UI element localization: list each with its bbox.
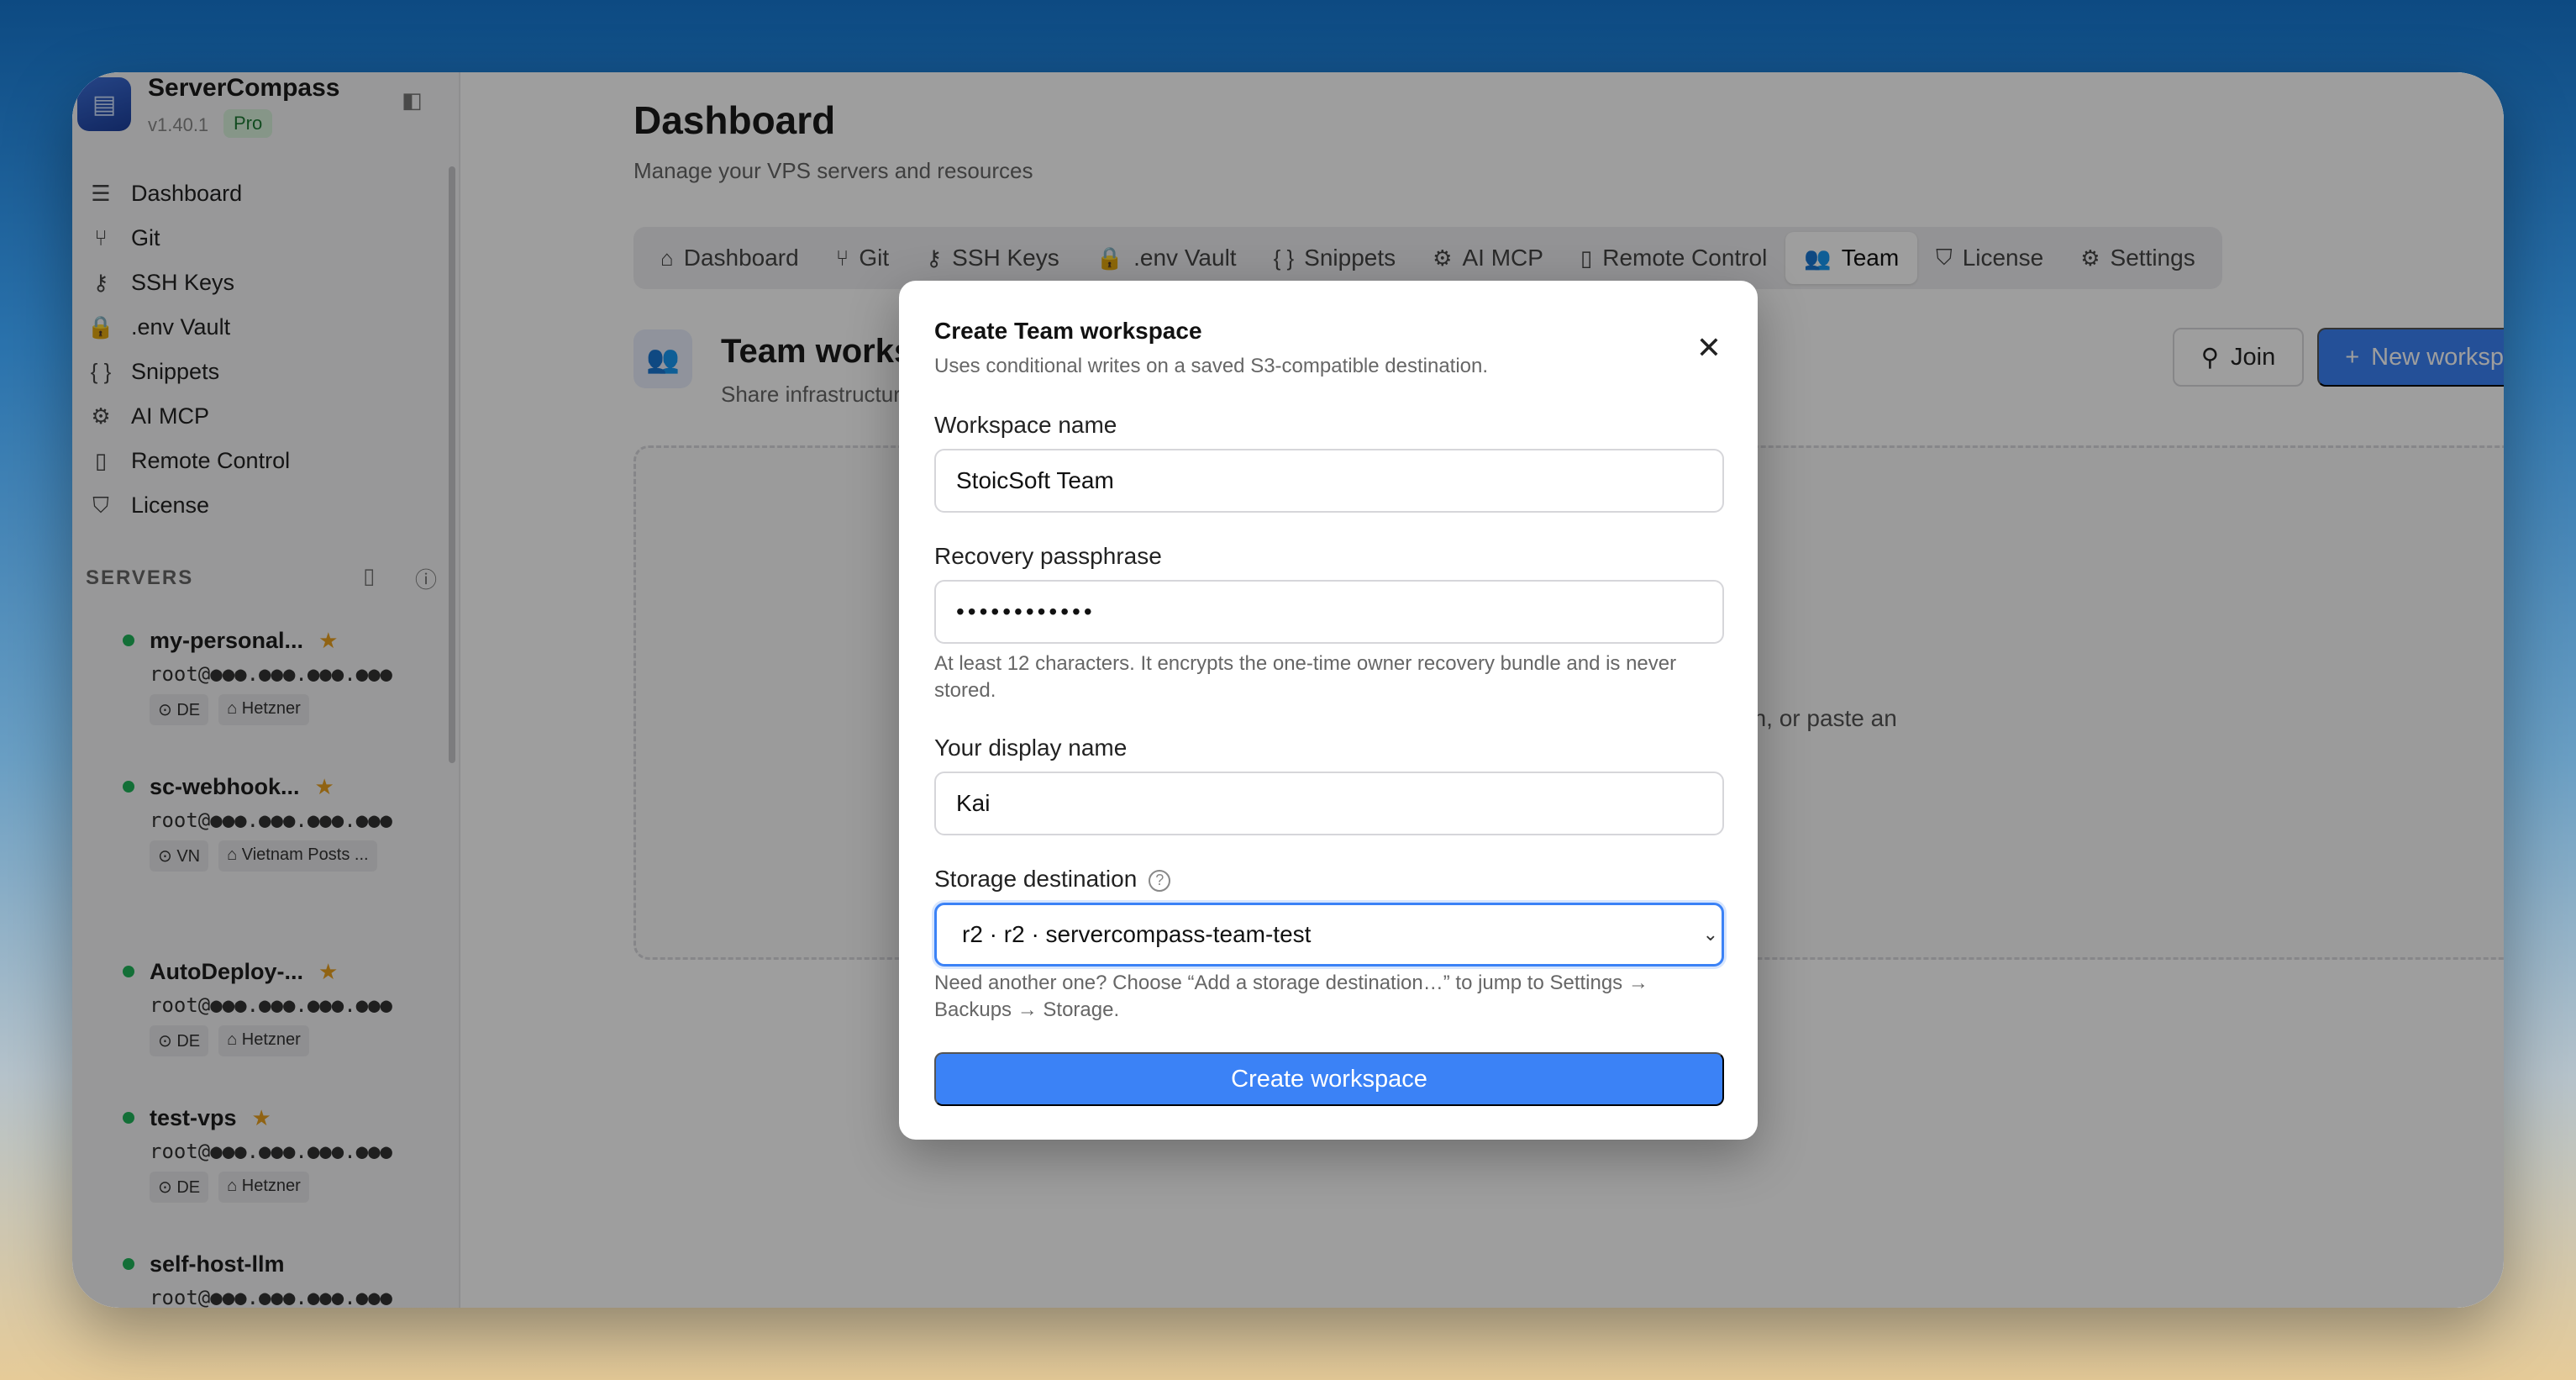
storage-destination-hint: Need another one? Choose “Add a storage … <box>934 972 1648 1021</box>
passphrase-hint: At least 12 characters. It encrypts the … <box>934 652 1677 702</box>
create-workspace-dialog: Create Team workspace Uses conditional w… <box>899 281 1758 1140</box>
chevron-down-icon: ⌄ <box>1702 924 1718 945</box>
storage-destination-label-text: Storage destination <box>934 866 1138 892</box>
storage-destination-value: r2 · r2 · servercompass-team-test <box>962 921 1312 947</box>
storage-destination-label: Storage destination? <box>934 866 1171 893</box>
create-workspace-button[interactable]: Create workspace <box>934 1052 1724 1106</box>
display-name-label: Your display name <box>934 735 1128 761</box>
help-icon[interactable]: ? <box>1149 869 1171 892</box>
workspace-name-label: Workspace name <box>934 412 1117 438</box>
storage-destination-select[interactable]: r2 · r2 · servercompass-team-test ⌄ <box>934 903 1724 967</box>
display-name-input[interactable]: Kai <box>934 772 1724 835</box>
passphrase-label: Recovery passphrase <box>934 543 1162 569</box>
dialog-title: Create Team workspace <box>934 318 1202 344</box>
close-icon[interactable]: ✕ <box>1690 329 1727 366</box>
dialog-subtitle: Uses conditional writes on a saved S3-co… <box>934 355 1489 377</box>
passphrase-input[interactable]: •••••••••••• <box>934 580 1724 644</box>
modal-overlay: Create Team workspace Uses conditional w… <box>0 0 2576 1380</box>
workspace-name-input[interactable]: StoicSoft Team <box>934 449 1724 513</box>
